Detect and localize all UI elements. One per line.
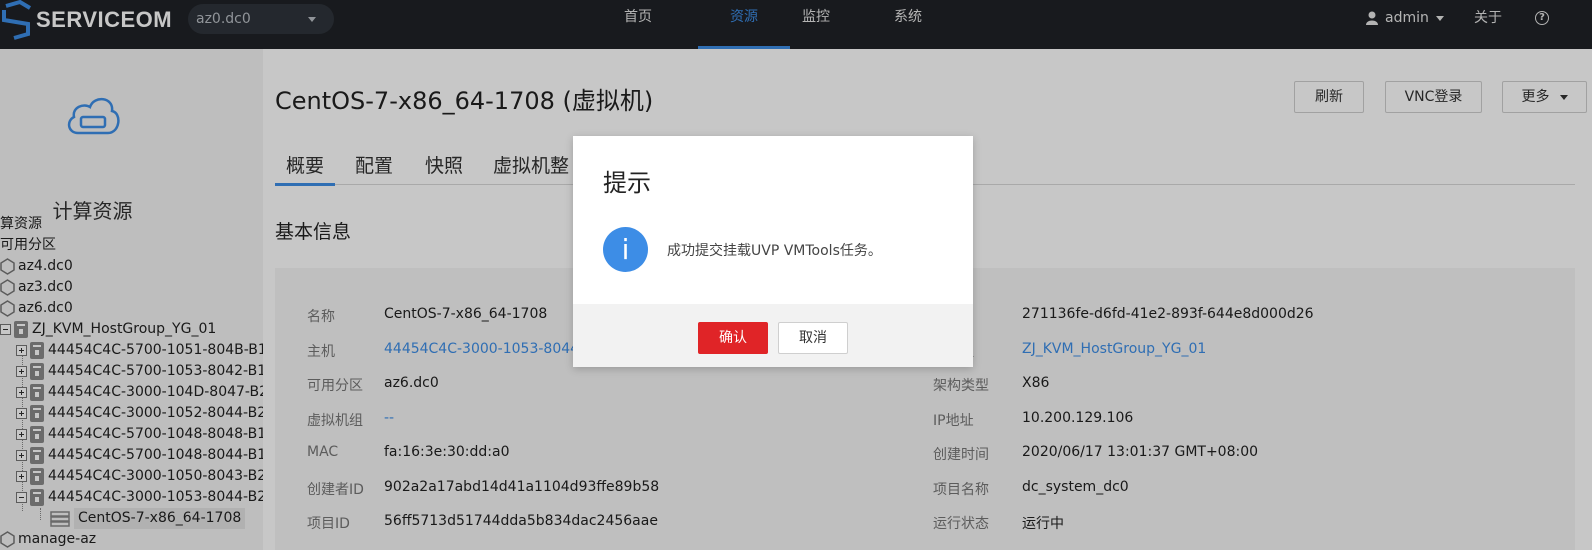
confirm-button[interactable]: 确认 bbox=[698, 322, 768, 354]
dialog-message: 成功提交挂载UVP VMTools任务。 bbox=[667, 243, 882, 259]
info-icon: i bbox=[603, 227, 648, 272]
cancel-button[interactable]: 取消 bbox=[778, 322, 848, 354]
notice-dialog: 提示 i 成功提交挂载UVP VMTools任务。 确认 取消 bbox=[573, 136, 973, 367]
dialog-footer: 确认 取消 bbox=[573, 304, 973, 367]
dialog-title: 提示 bbox=[603, 169, 651, 197]
